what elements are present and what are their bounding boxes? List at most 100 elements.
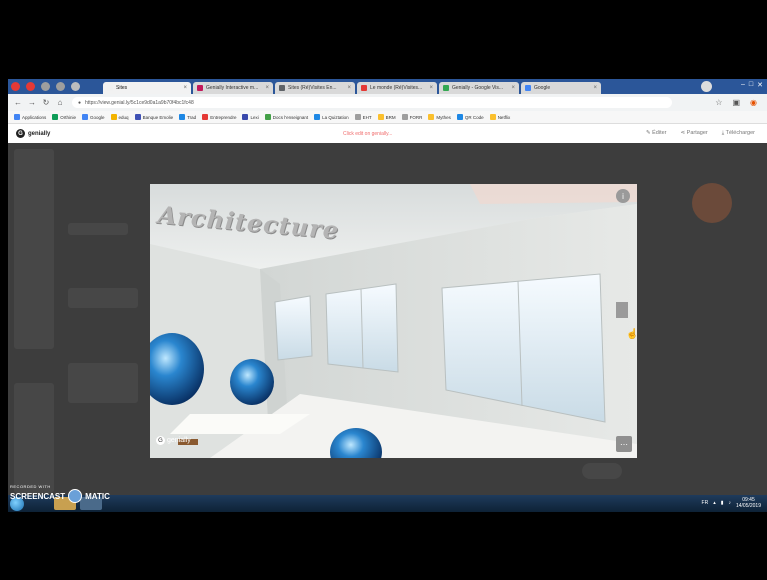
- bookmark-item[interactable]: FORR: [401, 114, 423, 120]
- tab-favicon-icon: [197, 85, 203, 91]
- scroll-handle[interactable]: [616, 302, 628, 318]
- page-panel-ghost: [14, 149, 54, 349]
- bookmarks-bar: Applications Orthinie Google eduq Banque Emo…: [8, 111, 767, 124]
- browser-tab[interactable]: Sites ×: [103, 82, 191, 94]
- download-button[interactable]: ⤓ Télécharger: [722, 130, 755, 137]
- bookmark-label: Lexi: [250, 114, 259, 120]
- modal-logo-text: genially: [167, 437, 191, 444]
- bookmark-label: Google: [90, 114, 105, 120]
- bookmark-label: Banque Emolie: [142, 114, 174, 120]
- extension-icon[interactable]: [11, 82, 20, 91]
- tab-label: Genially - Google Vis...: [452, 85, 504, 91]
- bookmark-item[interactable]: Docs l'enseignant: [264, 114, 309, 120]
- tab-label: Le monde (Ré)Visites...: [370, 85, 423, 91]
- bookmark-label: EHT: [362, 114, 372, 120]
- volume-icon[interactable]: ♪: [728, 500, 731, 506]
- tray-up-arrow-icon[interactable]: ▴: [713, 500, 716, 506]
- extension-icon[interactable]: [26, 82, 35, 91]
- browser-tab[interactable]: Google ×: [521, 82, 601, 94]
- tab-close-icon[interactable]: ×: [183, 85, 187, 91]
- extension-icon[interactable]: ▣: [732, 98, 740, 107]
- bookmark-item[interactable]: EHT: [354, 114, 372, 120]
- bookmark-item[interactable]: La Quiztation: [314, 114, 349, 120]
- home-icon[interactable]: ⌂: [56, 98, 64, 107]
- bookmark-item[interactable]: Trad: [179, 114, 196, 120]
- bookmark-label: QR Code: [464, 114, 484, 120]
- browser-tab[interactable]: Le monde (Ré)Visites... ×: [357, 82, 437, 94]
- genially-g-icon: G: [156, 436, 165, 445]
- bookmark-favicon-icon: [134, 114, 141, 120]
- address-bar-row: ← → ↻ ⌂ ● https://view.genial.ly/5c1ce9d…: [8, 94, 767, 111]
- star-icon[interactable]: ☆: [715, 98, 722, 107]
- tab-close-icon[interactable]: ×: [429, 85, 433, 91]
- bookmark-favicon-icon: [52, 114, 59, 120]
- taskbar-clock[interactable]: 09:45 14/05/2019: [736, 497, 761, 509]
- tab-close-icon[interactable]: ×: [593, 85, 597, 91]
- bookmark-item[interactable]: Mythes: [428, 114, 451, 120]
- bookmark-favicon-icon: [202, 114, 209, 120]
- bookmark-favicon-icon: [428, 114, 435, 120]
- bookmark-item[interactable]: Orthinie: [52, 114, 76, 120]
- tab-close-icon[interactable]: ×: [347, 85, 351, 91]
- hand-cursor-icon: ☝: [626, 329, 637, 340]
- screencast-watermark: RECORDED WITH SCREENCAST MATIC: [10, 484, 110, 503]
- bookmark-item[interactable]: Banque Emolie: [134, 114, 174, 120]
- profile-avatar[interactable]: [701, 81, 712, 92]
- page-panel-ghost: [68, 223, 128, 235]
- extension-icon[interactable]: [56, 82, 65, 91]
- reload-icon[interactable]: ↻: [42, 98, 50, 107]
- page-avatar-ghost: [692, 183, 732, 223]
- extension-icon[interactable]: [71, 82, 80, 91]
- genially-logo[interactable]: G genially: [16, 129, 50, 138]
- bookmark-item[interactable]: Applications: [14, 114, 46, 120]
- browser-tab[interactable]: Sites (Ré)Visites En... ×: [275, 82, 355, 94]
- extension-icon[interactable]: [41, 82, 50, 91]
- browser-tab[interactable]: Genially - Google Vis... ×: [439, 82, 519, 94]
- bookmark-label: Mythes: [436, 114, 451, 120]
- edit-button[interactable]: ✎ Éditer: [646, 130, 667, 137]
- tab-close-icon[interactable]: ×: [511, 85, 515, 91]
- genially-header: G genially Click edit on genially... ✎ É…: [8, 124, 767, 143]
- url-input[interactable]: ● https://view.genial.ly/5c1ce9d0a1a9b70…: [72, 97, 672, 108]
- bookmark-label: Docs l'enseignant: [272, 114, 309, 120]
- screencast-logo-icon: [68, 489, 83, 503]
- network-icon[interactable]: ▮: [721, 500, 724, 506]
- bookmark-item[interactable]: Google: [82, 114, 105, 120]
- bookmark-label: La Quiztation: [322, 114, 349, 120]
- genially-g-icon: G: [16, 129, 25, 138]
- bookmark-item[interactable]: Netflix: [489, 114, 510, 120]
- bookmark-item[interactable]: Lexi: [242, 114, 259, 120]
- header-center-text[interactable]: Click edit on genially...: [343, 131, 392, 137]
- page-panel-ghost: [14, 383, 54, 493]
- bookmark-label: Orthinie: [60, 114, 77, 120]
- bookmark-item[interactable]: BRM: [377, 114, 396, 120]
- bookmark-label: eduq: [118, 114, 129, 120]
- bookmark-favicon-icon: [14, 114, 20, 120]
- bookmark-item[interactable]: QR Code: [456, 114, 484, 120]
- close-window-icon[interactable]: ✕: [757, 81, 763, 89]
- chrome-extension-icon[interactable]: ◉: [750, 98, 757, 107]
- language-indicator[interactable]: FR: [702, 500, 709, 506]
- bookmark-item[interactable]: eduq: [110, 114, 129, 120]
- blue-sphere-hotspot[interactable]: [230, 359, 274, 405]
- back-icon[interactable]: ←: [14, 98, 22, 107]
- tab-label: Google: [534, 85, 551, 91]
- forward-icon[interactable]: →: [28, 98, 36, 107]
- tab-favicon-icon: [443, 85, 449, 91]
- modal-genially-logo[interactable]: G genially: [156, 436, 191, 445]
- bookmark-label: FORR: [409, 114, 423, 120]
- bookmark-label: Applications: [22, 114, 47, 120]
- minimize-icon[interactable]: –: [741, 81, 745, 89]
- browser-tab[interactable]: Genially Interactive m... ×: [193, 82, 273, 94]
- bookmark-item[interactable]: Entreprendre: [202, 114, 236, 120]
- tab-label: Genially Interactive m...: [206, 85, 259, 91]
- tab-close-icon[interactable]: ×: [265, 85, 269, 91]
- more-options-icon[interactable]: ⋯: [616, 436, 632, 452]
- info-icon[interactable]: i: [616, 189, 630, 203]
- share-button[interactable]: ⋖ Partager: [681, 130, 708, 137]
- bookmark-favicon-icon: [82, 114, 89, 120]
- bookmark-favicon-icon: [489, 114, 496, 120]
- bookmark-favicon-icon: [456, 114, 463, 120]
- maximize-icon[interactable]: □: [749, 81, 753, 89]
- bookmark-label: Trad: [187, 114, 197, 120]
